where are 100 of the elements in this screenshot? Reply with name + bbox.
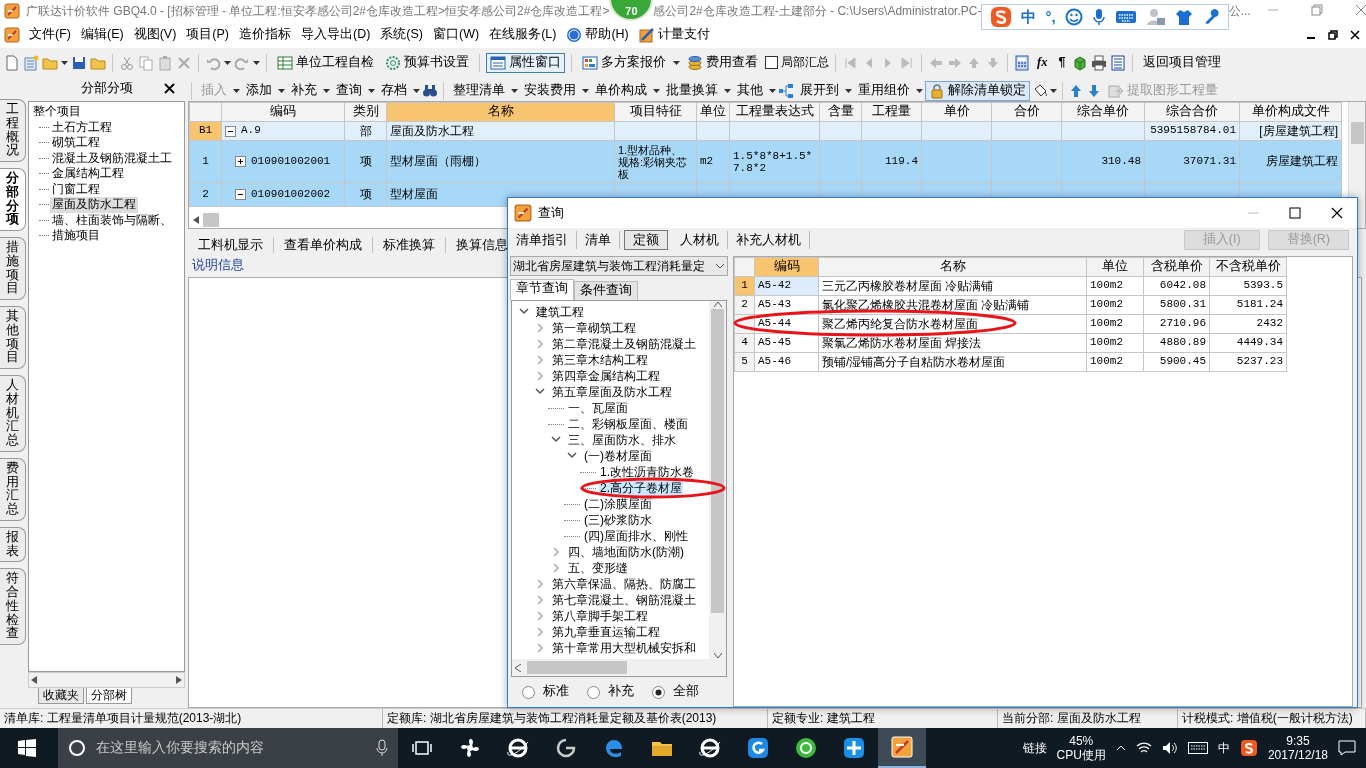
sogou-logo-icon[interactable] <box>1239 739 1258 757</box>
tree-item[interactable]: (三)砂浆防水 <box>583 512 653 528</box>
clock-date[interactable]: 2017/12/18 <box>1267 748 1328 763</box>
tab[interactable]: 清单 <box>577 230 620 250</box>
vertical-scrollbar[interactable] <box>709 301 726 659</box>
tree-item[interactable]: 第四章金属结构工程 <box>551 368 661 384</box>
shirt-icon[interactable] <box>1174 8 1193 26</box>
column-header[interactable]: 单价 <box>921 102 992 122</box>
toolbar-button[interactable]: 添加 <box>242 80 276 101</box>
side-tab[interactable]: 报表 <box>0 526 26 563</box>
column-header[interactable]: 名称 <box>386 102 615 122</box>
toolbar-button[interactable]: 补充 <box>287 80 321 101</box>
radio-button[interactable] <box>587 685 600 699</box>
formula-button[interactable]: fx <box>1033 52 1052 73</box>
punctuation-toggle[interactable]: °, <box>1045 7 1056 27</box>
toolbar-button[interactable]: 预算书设置 <box>381 52 473 73</box>
windows-logo-icon[interactable] <box>18 739 36 757</box>
menu-item[interactable]: 帮助(H) <box>585 27 629 43</box>
column-header[interactable]: 综合合价 <box>1144 102 1240 122</box>
column-header[interactable]: 工程量 <box>861 102 922 122</box>
ime-mode-toggle[interactable]: 中 <box>1021 7 1037 27</box>
task-view-icon[interactable] <box>412 740 432 756</box>
notification-icon[interactable] <box>1338 740 1356 756</box>
toolbar-button[interactable]: 属性窗口 <box>486 52 565 73</box>
toolbar-button[interactable]: 其他 <box>733 80 767 101</box>
menu-item[interactable]: 文件(F) <box>29 27 71 43</box>
scroll-thumb[interactable] <box>711 309 724 613</box>
tree-item[interactable]: 五、变形缝 <box>567 560 629 576</box>
column-header[interactable]: 编码 <box>221 102 345 122</box>
column-header[interactable]: 含量 <box>819 102 862 122</box>
horizontal-scrollbar[interactable] <box>28 672 185 688</box>
arrow-down-icon[interactable] <box>1086 82 1102 99</box>
menu-item[interactable]: 系统(S) <box>380 27 423 43</box>
collapse-icon[interactable] <box>235 189 246 200</box>
toolbar-button[interactable]: 单价构成 <box>591 80 651 101</box>
radio-button[interactable] <box>652 685 665 699</box>
column-header[interactable]: 单位 <box>696 102 730 122</box>
menu-item[interactable]: 导入导出(D) <box>301 27 371 43</box>
library-dropdown[interactable]: 湖北省房屋建筑与装饰工程消耗量定 <box>510 256 728 276</box>
toolbar-button[interactable]: 多方案报价 <box>578 52 670 73</box>
tree-item[interactable]: 二、彩钢板屋面、楼面 <box>567 416 689 432</box>
side-tab[interactable]: 人材机汇总 <box>0 375 26 452</box>
column-header[interactable]: 综合单价 <box>1061 102 1145 122</box>
document-icon[interactable] <box>4 54 20 71</box>
toolbar-button[interactable]: 查询 <box>332 80 366 101</box>
tab[interactable]: 清单指引 <box>508 230 577 250</box>
tree-item[interactable]: 土石方工程 <box>50 119 114 135</box>
scroll-thumb[interactable] <box>203 212 219 227</box>
menu-item[interactable]: 窗口(W) <box>433 27 480 43</box>
chevron-up-icon[interactable] <box>1115 745 1126 751</box>
clock-time[interactable]: 9:35 <box>1286 733 1310 748</box>
tree-item[interactable]: 门窗工程 <box>50 181 102 197</box>
tree-item[interactable]: 屋面及防水工程 <box>50 197 138 213</box>
cube-icon[interactable] <box>1072 54 1089 71</box>
save-icon[interactable] <box>71 54 87 71</box>
toolbar-button[interactable]: 单位工程自检 <box>273 52 378 73</box>
tree-item[interactable]: (四)屋面排水、刚性 <box>583 528 689 544</box>
scroll-left-icon[interactable] <box>193 215 199 224</box>
column-header[interactable]: 编码 <box>754 257 819 277</box>
column-header[interactable]: 名称 <box>818 257 1087 277</box>
column-header[interactable]: 单位 <box>1086 257 1144 277</box>
menu-item[interactable]: 编辑(E) <box>80 27 124 43</box>
scroll-left-icon[interactable] <box>515 663 521 672</box>
side-tab[interactable]: 其他项目 <box>0 306 26 369</box>
tree-item[interactable]: 第一章砌筑工程 <box>551 320 637 336</box>
taskbar-button[interactable] <box>878 728 926 768</box>
tree-item[interactable]: 整个项目 <box>31 104 83 120</box>
detail-tab[interactable]: 查看单价构成 <box>274 236 373 254</box>
clipboard-icon[interactable] <box>157 54 173 71</box>
maximize-icon[interactable] <box>1289 207 1301 219</box>
toolbar-button[interactable]: 解除清单锁定 <box>925 80 1030 101</box>
tree-item[interactable]: 建筑工程 <box>535 304 585 320</box>
network-icon[interactable] <box>1135 741 1152 755</box>
toolbar-button[interactable]: 批量换算 <box>662 80 722 101</box>
calculator-icon[interactable] <box>1014 54 1030 71</box>
side-tab[interactable]: 符合性检查 <box>0 568 26 645</box>
restore-icon[interactable] <box>1328 30 1338 40</box>
toolbar-button[interactable]: 存档 <box>377 80 411 101</box>
radio-button[interactable] <box>522 685 535 699</box>
speaker-icon[interactable] <box>1161 741 1178 755</box>
close-icon[interactable] <box>1350 30 1360 40</box>
paint-bucket-icon[interactable] <box>1032 82 1048 99</box>
search-bar[interactable]: 在这里输入你要搜索的内容 <box>58 728 398 768</box>
column-header[interactable]: 类别 <box>344 102 387 122</box>
menu-item[interactable]: 项目(P) <box>186 27 229 43</box>
side-tab[interactable]: 费用汇总 <box>0 457 26 521</box>
side-tab[interactable]: 措施项目 <box>0 237 26 300</box>
tree-item[interactable]: 金属结构工程 <box>50 166 126 182</box>
scroll-down-icon[interactable] <box>713 653 722 659</box>
column-header[interactable]: 项目特征 <box>614 102 697 122</box>
tree-item[interactable]: 第二章混凝土及钢筋混凝土 <box>551 336 697 352</box>
tree-item[interactable]: 第八章脚手架工程 <box>551 608 649 624</box>
side-tab[interactable]: 工程概况 <box>0 99 26 162</box>
tab[interactable]: 补充人材机 <box>728 230 810 250</box>
tab[interactable]: 定额 <box>624 229 668 251</box>
keyboard-icon[interactable] <box>1187 742 1208 754</box>
tree-item[interactable]: 一、瓦屋面 <box>567 400 629 416</box>
tree-item[interactable]: 措施项目 <box>50 228 102 244</box>
tree-item[interactable]: (一)卷材屋面 <box>583 448 653 464</box>
tree-item[interactable]: 墙、柱面装饰与隔断、 <box>50 212 174 228</box>
